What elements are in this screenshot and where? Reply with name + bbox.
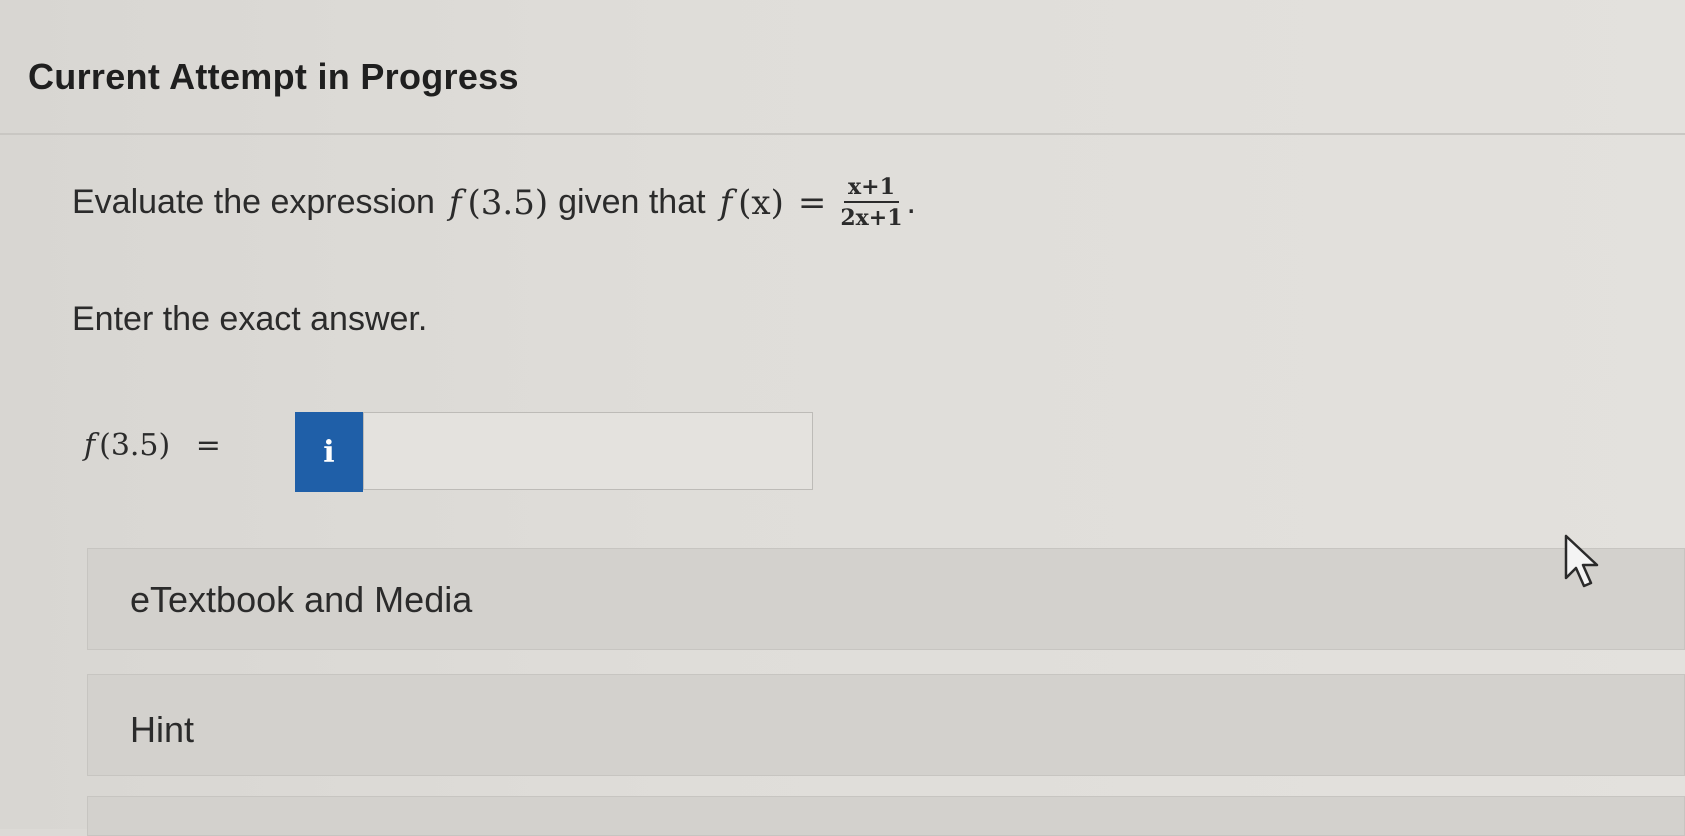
question-middle: given that bbox=[558, 183, 706, 221]
answer-input[interactable] bbox=[363, 412, 813, 490]
answer-label: f (3.5) = bbox=[84, 428, 221, 463]
mouse-pointer-icon bbox=[1564, 534, 1599, 588]
divider bbox=[0, 133, 1685, 135]
page: Current Attempt in Progress Evaluate the… bbox=[0, 0, 1685, 836]
info-button[interactable]: i bbox=[295, 412, 363, 492]
answer-function-symbol: f bbox=[84, 428, 96, 463]
function-argument: (3.5) bbox=[467, 182, 549, 223]
info-icon: i bbox=[323, 434, 335, 470]
function-symbol: f bbox=[448, 182, 462, 223]
equals-sign: = bbox=[797, 182, 827, 223]
question-prefix: Evaluate the expression bbox=[72, 183, 435, 221]
answer-function-argument: (3.5) bbox=[99, 428, 171, 463]
function-variable: (x) bbox=[738, 182, 784, 223]
fraction-numerator: x+1 bbox=[844, 176, 899, 203]
page-title: Current Attempt in Progress bbox=[28, 56, 519, 97]
question-text: Evaluate the expression f (3.5) given th… bbox=[72, 176, 916, 229]
answer-equals-sign: = bbox=[195, 428, 221, 463]
instruction-text: Enter the exact answer. bbox=[72, 300, 428, 338]
next-panel[interactable] bbox=[87, 796, 1685, 836]
function-symbol-2: f bbox=[719, 182, 733, 223]
fraction-denominator: 2x+1 bbox=[840, 205, 903, 231]
fraction: x+1 2x+1 bbox=[840, 176, 902, 229]
etextbook-media-label: eTextbook and Media bbox=[130, 579, 473, 620]
etextbook-media-panel[interactable]: eTextbook and Media bbox=[87, 548, 1685, 650]
hint-label: Hint bbox=[130, 709, 195, 750]
question-period: . bbox=[906, 183, 916, 221]
hint-panel[interactable]: Hint bbox=[87, 674, 1685, 776]
